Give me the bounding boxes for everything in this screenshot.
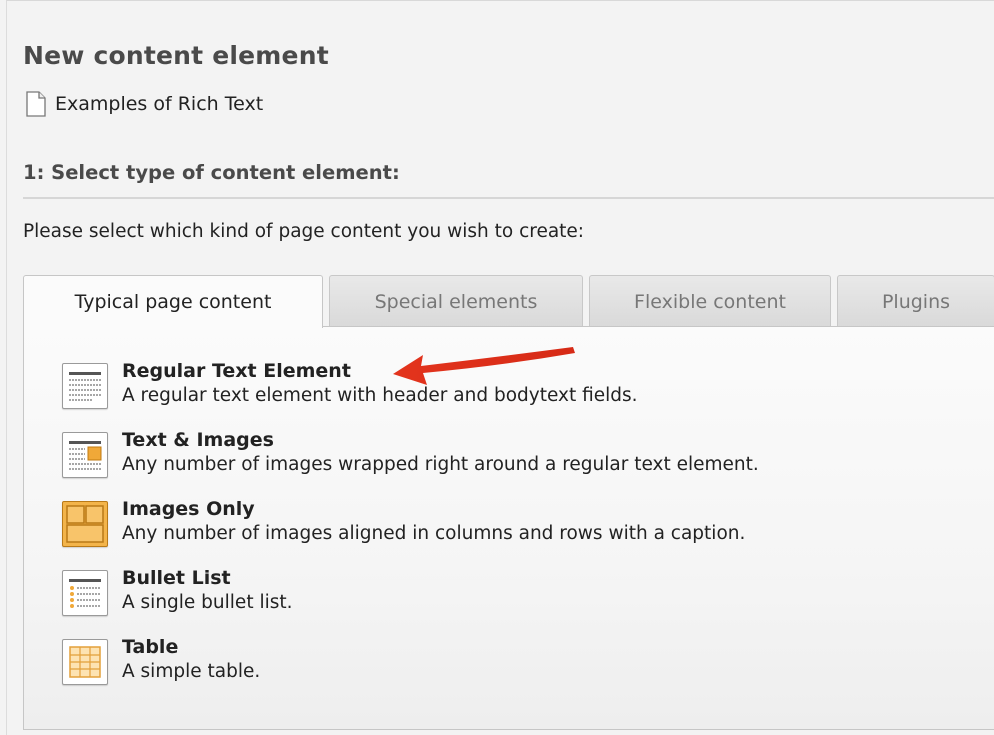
regular-text-icon — [62, 363, 108, 409]
document-icon — [25, 91, 47, 117]
table-icon — [62, 639, 108, 685]
page-reference: Examples of Rich Text — [25, 91, 263, 117]
text-images-icon — [62, 432, 108, 478]
tab-flexible-content[interactable]: Flexible content — [589, 275, 831, 327]
element-images-only[interactable]: Images Only Any number of images aligned… — [62, 497, 745, 547]
images-only-icon — [62, 501, 108, 547]
page-name: Examples of Rich Text — [55, 93, 264, 115]
step-title: 1: Select type of content element: — [23, 161, 400, 184]
bullet-list-icon — [62, 570, 108, 616]
content-frame: New content element Examples of Rich Tex… — [6, 0, 994, 735]
element-title: Table — [122, 636, 179, 658]
element-description: A simple table. — [122, 661, 261, 682]
page-title: New content element — [23, 41, 329, 70]
element-description: Any number of images wrapped right aroun… — [122, 454, 759, 475]
element-bullet-list[interactable]: Bullet List A single bullet list. — [62, 566, 293, 616]
tab-typical-page-content[interactable]: Typical page content — [23, 275, 323, 328]
tab-special-elements[interactable]: Special elements — [329, 275, 583, 327]
element-table[interactable]: Table A simple table. — [62, 635, 260, 685]
tab-plugins[interactable]: Plugins — [837, 275, 994, 327]
element-description: A single bullet list. — [122, 592, 293, 613]
instruction-text: Please select which kind of page content… — [23, 221, 585, 242]
element-text-images[interactable]: Text & Images Any number of images wrapp… — [62, 428, 759, 478]
divider — [23, 197, 994, 199]
tab-bar: Typical page content Special elements Fl… — [23, 275, 994, 328]
element-title: Images Only — [122, 498, 255, 520]
element-title: Text & Images — [122, 429, 274, 451]
element-description: Any number of images aligned in columns … — [122, 523, 746, 544]
element-title: Bullet List — [122, 567, 231, 589]
annotation-arrow-icon — [393, 347, 575, 385]
